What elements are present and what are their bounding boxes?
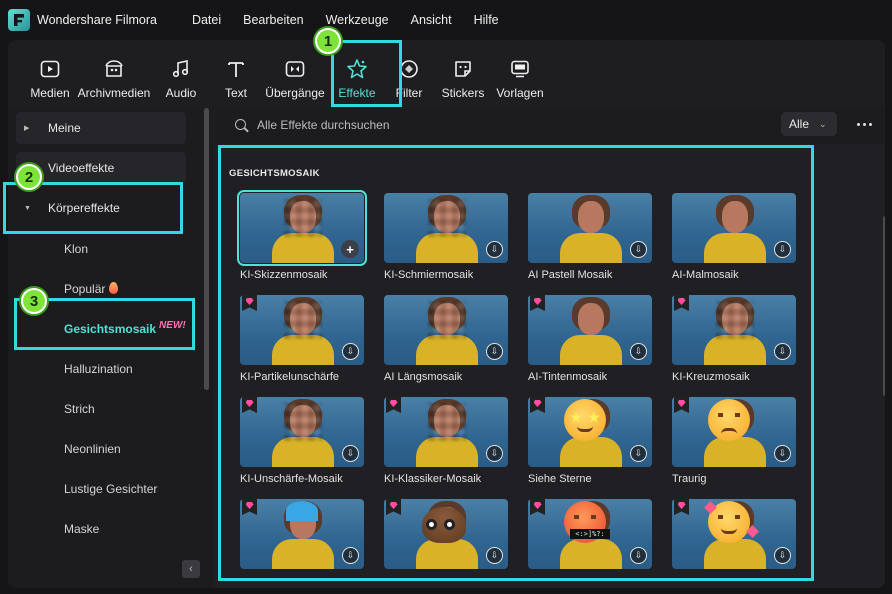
tool-audio[interactable]: Audio (152, 58, 210, 100)
filter-dropdown[interactable]: Alle ⌄ (781, 112, 837, 136)
filmora-logo-icon (8, 9, 30, 31)
menu-hilfe[interactable]: Hilfe (474, 13, 499, 27)
menu-ansicht[interactable]: Ansicht (411, 13, 452, 27)
search-bar: Alle ⌄ (215, 108, 885, 142)
stock-media-icon (103, 58, 125, 80)
flame-icon (109, 282, 119, 294)
step-badge-2: 2 (16, 164, 42, 190)
search-input[interactable] (257, 116, 657, 134)
sidebar-item-neonlinien[interactable]: Neonlinien (64, 442, 121, 456)
sidebar-item-strich[interactable]: Strich (64, 402, 95, 416)
tool-uebergaenge[interactable]: Übergänge (262, 58, 328, 100)
tool-label: Vorlagen (496, 86, 544, 100)
collapse-sidebar-button[interactable]: ‹ (182, 560, 200, 578)
music-note-icon (170, 58, 192, 80)
highlight-effekte (331, 40, 402, 107)
chevron-down-icon: ⌄ (819, 118, 827, 129)
sidebar-group-label: Videoeffekte (48, 161, 115, 175)
tool-label: Medien (30, 86, 70, 100)
sidebar-item-populaer[interactable]: Populär (64, 282, 119, 296)
tool-text[interactable]: Text (210, 58, 262, 100)
step-badge-1: 1 (315, 28, 341, 54)
tool-stickers[interactable]: Stickers (432, 58, 494, 100)
sidebar-scrollbar[interactable] (204, 108, 209, 390)
tool-medien[interactable]: Medien (24, 58, 76, 100)
chevron-right-icon: ▶ (24, 125, 30, 132)
sidebar-group-meine[interactable]: ▶ Meine (16, 112, 186, 144)
sidebar-item-maske[interactable]: Maske (64, 522, 99, 536)
tool-archivmedien[interactable]: Archivmedien (76, 58, 152, 100)
filmora-window: Wondershare Filmora Datei Bearbeiten Wer… (0, 0, 892, 594)
tool-label: Audio (165, 86, 197, 100)
sidebar-group-label: Meine (48, 121, 81, 135)
search-icon (235, 119, 246, 130)
sidebar-item-lustige-gesichter[interactable]: Lustige Gesichter (64, 482, 157, 496)
text-icon (225, 58, 247, 80)
template-icon (509, 58, 531, 80)
tool-vorlagen[interactable]: Vorlagen (494, 58, 546, 100)
tool-label: Text (224, 86, 247, 100)
filter-value: Alle (789, 117, 810, 131)
step-badge-3: 3 (21, 288, 47, 314)
sticker-icon (452, 58, 474, 80)
chevron-left-icon: ‹ (189, 563, 193, 575)
sidebar-item-halluzination[interactable]: Halluzination (64, 362, 133, 376)
media-icon (39, 58, 61, 80)
menu-werkzeuge[interactable]: Werkzeuge (326, 13, 389, 27)
tool-label: Übergänge (265, 86, 325, 100)
tool-label: Stickers (441, 86, 485, 100)
main-menu: Datei Bearbeiten Werkzeuge Ansicht Hilfe (192, 13, 521, 27)
transition-icon (284, 58, 306, 80)
menu-datei[interactable]: Datei (192, 13, 221, 27)
sidebar-item-klon[interactable]: Klon (64, 242, 88, 256)
content-scrollbar[interactable] (883, 216, 885, 396)
more-options-icon[interactable] (857, 123, 875, 126)
app-title: Wondershare Filmora (37, 13, 157, 27)
highlight-effects-grid (218, 145, 814, 581)
sidebar-item-label: Populär (64, 282, 106, 296)
media-toolbar: Medien Archivmedien Audio Text Übergänge… (8, 40, 885, 102)
tool-label: Archivmedien (77, 86, 151, 100)
menu-bar: Wondershare Filmora Datei Bearbeiten Wer… (0, 0, 892, 40)
menu-bearbeiten[interactable]: Bearbeiten (243, 13, 303, 27)
